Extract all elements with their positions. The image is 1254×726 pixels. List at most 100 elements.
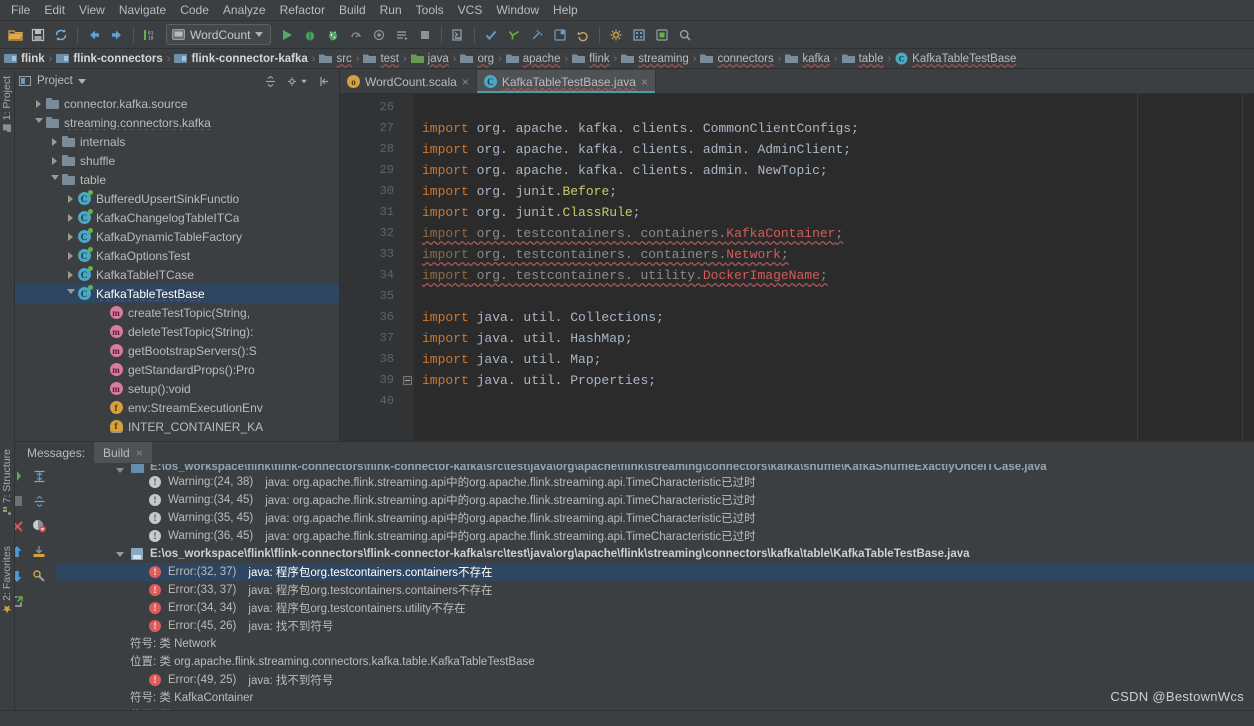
project-scope-chevron-icon[interactable] xyxy=(77,78,86,84)
build-message-row[interactable]: ! Error:(45, 26) java: 找不到符号 xyxy=(56,617,1254,635)
tree-expand-arrow-icon[interactable] xyxy=(49,175,60,184)
project-tree[interactable]: connector.kafka.source streaming.connecto… xyxy=(15,92,339,441)
tree-node[interactable]: C KafkaTableTestBase xyxy=(15,284,339,303)
tree-node[interactable]: m getStandardProps():Pro xyxy=(15,360,339,379)
tree-node[interactable]: connector.kafka.source xyxy=(15,94,339,113)
build-message-row[interactable]: ! Warning:(24, 38) java: org.apache.flink.… xyxy=(56,473,1254,491)
tree-expand-arrow-icon[interactable] xyxy=(33,99,44,108)
build-tab-messages[interactable]: Messages: xyxy=(18,442,94,463)
tree-expand-arrow-icon[interactable] xyxy=(49,137,60,146)
menu-item-window[interactable]: Window xyxy=(489,1,546,19)
menu-item-edit[interactable]: Edit xyxy=(37,1,72,19)
breadcrumb-item-streaming[interactable]: streaming xyxy=(621,53,689,65)
code-folding-gutter[interactable] xyxy=(402,94,414,441)
tree-node[interactable]: C BufferedUpsertSinkFunctio xyxy=(15,189,339,208)
profile-icon[interactable] xyxy=(345,24,367,46)
breadcrumb-item-flink-connector-kafka[interactable]: flink-connector-kafka xyxy=(174,53,308,65)
chevron-down-icon[interactable] xyxy=(255,32,264,37)
debug-icon[interactable] xyxy=(299,24,321,46)
breadcrumb-item-kafkatabletestbase[interactable]: C KafkaTableTestBase xyxy=(895,52,1016,65)
run-anything-icon[interactable] xyxy=(447,24,469,46)
tree-node[interactable]: m deleteTestTopic(String): xyxy=(15,322,339,341)
tree-node[interactable]: C KafkaChangelogTableITCa xyxy=(15,208,339,227)
breadcrumb-item-org[interactable]: org xyxy=(460,53,494,65)
tree-node[interactable]: m createTestTopic(String, xyxy=(15,303,339,322)
editor-tab-1[interactable]: o WordCount.scala × xyxy=(340,70,477,93)
menu-item-tools[interactable]: Tools xyxy=(409,1,451,19)
menu-item-code[interactable]: Code xyxy=(173,1,216,19)
build-settings-icon[interactable] xyxy=(29,567,49,585)
breadcrumb-item-flink[interactable]: flink xyxy=(4,53,45,65)
build-message-row[interactable]: ! Warning:(35, 45) java: org.apache.flink.… xyxy=(56,509,1254,527)
tree-node[interactable]: C KafkaDynamicTableFactory xyxy=(15,227,339,246)
editor-tab-2[interactable]: C KafkaTableTestBase.java × xyxy=(476,70,656,93)
stop-icon[interactable] xyxy=(414,24,436,46)
menu-item-analyze[interactable]: Analyze xyxy=(216,1,273,19)
breadcrumb-item-src[interactable]: src xyxy=(319,53,352,65)
menu-item-view[interactable]: View xyxy=(72,1,112,19)
run-coverage-icon[interactable] xyxy=(322,24,344,46)
update-project-icon[interactable] xyxy=(480,24,502,46)
tree-node[interactable]: f env:StreamExecutionEnv xyxy=(15,398,339,417)
collapse-all-icon[interactable] xyxy=(259,70,281,92)
hide-icon[interactable] xyxy=(313,70,335,92)
menu-item-help[interactable]: Help xyxy=(546,1,585,19)
code-text[interactable]: import org. apache. kafka. clients. Comm… xyxy=(414,94,1242,441)
history-icon[interactable] xyxy=(549,24,571,46)
commit-icon[interactable] xyxy=(503,24,525,46)
expand-all-icon[interactable] xyxy=(29,467,49,485)
filter-warnings-icon[interactable] xyxy=(29,517,49,535)
compile-icon[interactable]: 01 10 xyxy=(139,24,161,46)
menu-item-file[interactable]: File xyxy=(4,1,37,19)
tree-node[interactable]: table xyxy=(15,170,339,189)
breadcrumb-item-test[interactable]: test xyxy=(363,53,399,65)
tree-expand-arrow-icon[interactable] xyxy=(33,118,44,127)
build-message-row[interactable]: ! Error:(33, 37) java: 程序包org.testcontaine… xyxy=(56,581,1254,599)
tree-expand-arrow-icon[interactable] xyxy=(116,551,124,557)
close-icon[interactable]: × xyxy=(136,447,143,459)
tree-expand-arrow-icon[interactable] xyxy=(116,468,124,473)
project-structure-icon[interactable] xyxy=(628,24,650,46)
menu-item-vcs[interactable]: VCS xyxy=(451,1,490,19)
tool-window-button-structure[interactable]: 7: Structure xyxy=(1,449,13,515)
breadcrumb-item-kafka[interactable]: kafka xyxy=(785,53,830,65)
rollback-icon[interactable] xyxy=(572,24,594,46)
tree-node[interactable]: streaming.connectors.kafka xyxy=(15,113,339,132)
close-icon[interactable]: × xyxy=(462,76,469,88)
tool-window-button-project[interactable]: 1: Project xyxy=(1,76,13,132)
build-message-row[interactable]: ! Warning:(34, 45) java: org.apache.flink.… xyxy=(56,491,1254,509)
build-messages-list[interactable]: E:\os_workspace\flink\flink-connectors\f… xyxy=(56,463,1254,710)
tree-expand-arrow-icon[interactable] xyxy=(65,232,76,241)
menu-item-build[interactable]: Build xyxy=(332,1,373,19)
code-editor[interactable]: 26 27 28 29 30 31 32 33 34 35 36 37 38 39 40 import or… xyxy=(340,94,1254,441)
menu-item-run[interactable]: Run xyxy=(373,1,409,19)
tree-expand-arrow-icon[interactable] xyxy=(65,289,76,298)
tree-expand-arrow-icon[interactable] xyxy=(49,156,60,165)
breadcrumb-item-apache[interactable]: apache xyxy=(505,53,560,65)
build-message-row[interactable]: ! Error:(32, 37) java: 程序包org.testcontaine… xyxy=(56,563,1254,581)
error-marker-gutter[interactable] xyxy=(1242,94,1254,441)
build-project-icon[interactable] xyxy=(391,24,413,46)
collapse-all-icon[interactable] xyxy=(29,492,49,510)
tree-expand-arrow-icon[interactable] xyxy=(65,194,76,203)
breadcrumb-item-connectors[interactable]: connectors xyxy=(700,53,774,65)
tree-expand-arrow-icon[interactable] xyxy=(65,213,76,222)
breadcrumb-item-java[interactable]: java xyxy=(410,53,449,65)
open-folder-icon[interactable] xyxy=(4,24,26,46)
diff-icon[interactable] xyxy=(526,24,548,46)
tree-node[interactable]: C KafkaOptionsTest xyxy=(15,246,339,265)
gear-icon[interactable] xyxy=(286,70,308,92)
run-configuration-selector[interactable]: WordCount xyxy=(166,24,272,45)
code-fold-marker-icon[interactable] xyxy=(403,376,412,385)
build-message-row[interactable]: E:\os_workspace\flink\flink-connectors\f… xyxy=(56,545,1254,563)
breadcrumb-item-flink-connectors[interactable]: flink-connectors xyxy=(56,53,163,65)
sync-icon[interactable] xyxy=(50,24,72,46)
search-icon[interactable] xyxy=(674,24,696,46)
forward-icon[interactable] xyxy=(106,24,128,46)
breadcrumb-item-table[interactable]: table xyxy=(841,53,884,65)
build-message-row[interactable]: E:\os_workspace\flink\flink-connectors\f… xyxy=(56,464,1254,473)
save-all-icon[interactable] xyxy=(27,24,49,46)
settings-icon[interactable] xyxy=(605,24,627,46)
build-message-row[interactable]: ! Error:(49, 25) java: 找不到符号 xyxy=(56,671,1254,689)
tree-node[interactable]: m getBootstrapServers():S xyxy=(15,341,339,360)
